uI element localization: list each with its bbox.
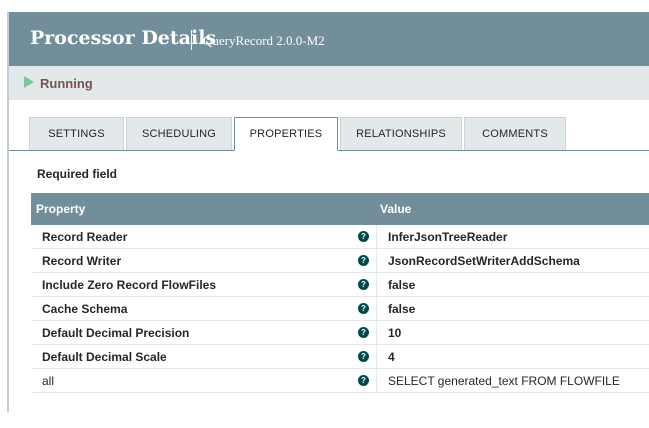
table-row[interactable]: Record Writer? JsonRecordSetWriterAddSche… xyxy=(31,249,649,273)
property-name: Default Decimal Scale xyxy=(42,350,167,364)
property-name: Include Zero Record FlowFiles xyxy=(42,278,217,292)
table-row[interactable]: Default Decimal Precision? 10 xyxy=(31,321,649,345)
table-row[interactable]: all? SELECT generated_text FROM FLOWFILE xyxy=(31,369,649,393)
column-divider xyxy=(376,321,377,345)
question-circle-icon[interactable]: ? xyxy=(358,327,369,338)
column-divider xyxy=(376,249,377,273)
property-name: Record Writer xyxy=(42,254,122,268)
question-circle-icon[interactable]: ? xyxy=(358,255,369,266)
processor-details-dialog: Processor Details QueryRecord 2.0.0-M2 R… xyxy=(7,12,649,412)
table-row[interactable]: Record Reader? InferJsonTreeReader xyxy=(31,225,649,249)
dialog-subtitle: QueryRecord 2.0.0-M2 xyxy=(203,33,325,48)
property-name: Record Reader xyxy=(42,230,128,244)
table-row[interactable]: Default Decimal Scale? 4 xyxy=(31,345,649,369)
question-circle-icon[interactable]: ? xyxy=(358,351,369,362)
tab-properties[interactable]: PROPERTIES xyxy=(234,117,338,151)
question-circle-icon[interactable]: ? xyxy=(358,375,369,386)
column-divider xyxy=(376,297,377,321)
status-bar: Running xyxy=(9,66,649,100)
property-name: Cache Schema xyxy=(42,302,128,316)
property-value[interactable]: false xyxy=(388,302,415,316)
property-value[interactable]: 4 xyxy=(388,350,395,364)
table-row[interactable]: Cache Schema? false xyxy=(31,297,649,321)
column-divider xyxy=(376,345,377,369)
value-column-header[interactable]: Value xyxy=(380,202,411,216)
property-value[interactable]: false xyxy=(388,278,415,292)
tab-scheduling[interactable]: SCHEDULING xyxy=(126,117,232,150)
table-header: Property Value xyxy=(31,193,649,225)
tab-comments[interactable]: COMMENTS xyxy=(464,117,566,150)
question-circle-icon[interactable]: ? xyxy=(358,279,369,290)
property-name: Default Decimal Precision xyxy=(42,326,190,340)
dialog-title: Processor Details xyxy=(30,27,217,49)
question-circle-icon[interactable]: ? xyxy=(358,231,369,242)
question-circle-icon[interactable]: ? xyxy=(358,303,369,314)
tab-bar: SETTINGS SCHEDULING PROPERTIES RELATIONS… xyxy=(9,117,649,151)
column-divider xyxy=(376,273,377,297)
title-separator xyxy=(191,30,192,50)
required-field-label: Required field xyxy=(37,167,118,181)
property-value[interactable]: JsonRecordSetWriterAddSchema xyxy=(388,254,580,268)
tab-relationships[interactable]: RELATIONSHIPS xyxy=(340,117,462,150)
property-column-header[interactable]: Property xyxy=(36,202,85,216)
tab-settings[interactable]: SETTINGS xyxy=(29,117,124,150)
properties-table: Property Value Record Reader? InferJsonTr… xyxy=(31,193,649,393)
column-divider xyxy=(376,369,377,393)
property-name: all xyxy=(42,374,55,388)
dialog-header: Processor Details QueryRecord 2.0.0-M2 xyxy=(9,12,649,66)
run-status: Running xyxy=(40,76,93,91)
column-divider xyxy=(376,225,377,249)
property-value[interactable]: 10 xyxy=(388,326,401,340)
play-icon xyxy=(24,76,34,88)
property-value[interactable]: InferJsonTreeReader xyxy=(388,230,507,244)
property-value[interactable]: SELECT generated_text FROM FLOWFILE xyxy=(388,374,620,388)
table-row[interactable]: Include Zero Record FlowFiles? false xyxy=(31,273,649,297)
